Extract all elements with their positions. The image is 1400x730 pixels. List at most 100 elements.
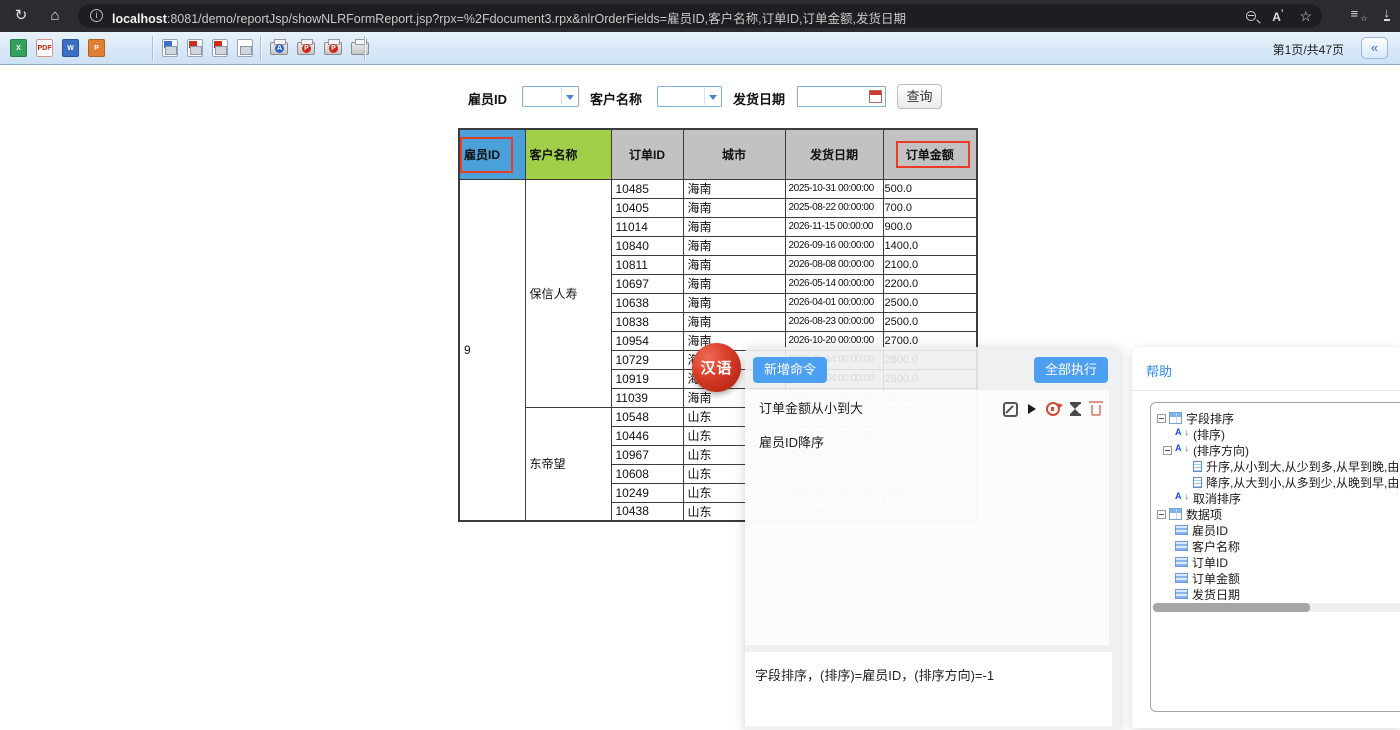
tree-node[interactable]: 订单金额 [1157,570,1400,586]
export-pdf-icon[interactable]: PDF [36,39,53,57]
amount-cell: 500.0 [883,179,977,198]
command-result-box: 字段排序，(排序)=雇员ID，(排序方向)=-1 [745,652,1112,726]
text-size-icon[interactable]: A [1272,8,1283,24]
sort-icon [1175,428,1189,440]
ship-date-cell: 2026-08-23 00:00:00 [785,312,883,331]
employee-id-select[interactable] [522,86,579,107]
tree-node[interactable]: 发货日期 [1157,586,1400,602]
run-icon[interactable] [1028,404,1036,414]
tree-node[interactable]: 数据项 [1157,506,1400,522]
command-list: 订单金额从小到大 雇员ID降序 [745,390,1109,645]
tree-node[interactable]: (排序) [1157,426,1400,442]
tree-node[interactable]: 升序,从小到大,从少到多,从早到晚,由小 [1157,458,1400,474]
collapse-expander-icon[interactable] [1163,446,1172,455]
customer-name-select[interactable] [657,86,722,107]
tree-node-label: 字段排序 [1186,410,1234,426]
ship-date-cell: 2026-08-08 00:00:00 [785,255,883,274]
ship-date-cell: 2025-10-31 00:00:00 [785,179,883,198]
tree-node-label: 升序,从小到大,从少到多,从早到晚,由小 [1206,458,1400,474]
field-icon [1175,557,1188,567]
order-id-cell: 10548 [611,407,683,426]
command-label: 雇员ID降序 [759,435,824,450]
tab-help[interactable]: 帮助 [1146,361,1172,380]
screen: ↻ ⌂ i localhost:8081/demo/reportJsp/show… [0,0,1400,730]
zoom-out-icon[interactable] [1246,11,1256,21]
amount-cell: 2100.0 [883,255,977,274]
command-row[interactable]: 雇员ID降序 [745,426,1109,460]
tree-node[interactable]: 雇员ID [1157,522,1400,538]
toolbar-collapse-button[interactable]: « [1361,37,1388,59]
tree-node-label: (排序) [1193,426,1225,442]
search-button[interactable]: 查询 [897,84,942,109]
edit-icon[interactable] [1003,402,1018,417]
downloads-icon[interactable]: ↓ [1384,6,1391,21]
tree-node-label: 雇员ID [1192,522,1228,538]
toolbar-separator [260,36,262,61]
order-id-cell: 10638 [611,293,683,312]
tree-horizontal-scrollbar[interactable] [1153,603,1400,612]
preview-print-pdf-icon[interactable] [187,39,203,57]
collections-icon[interactable] [1351,7,1366,21]
favorite-star-icon[interactable]: ☆ [1299,9,1312,23]
calendar-icon[interactable] [869,90,882,103]
preview-print-server-icon[interactable] [237,39,253,57]
print-flash-icon[interactable]: A [270,42,288,55]
collapse-expander-icon[interactable] [1157,414,1166,423]
field-icon [1175,525,1188,535]
customer-name-label: 客户名称 [590,89,642,108]
field-icon [1175,573,1188,583]
preview-print-flash-icon[interactable] [162,39,178,57]
city-cell: 海南 [683,198,785,217]
execute-all-button[interactable]: 全部执行 [1034,357,1108,383]
grid-icon [1169,412,1182,424]
employee-id-label: 雇员ID [468,89,507,108]
amount-cell: 1400.0 [883,236,977,255]
delete-icon[interactable] [1091,405,1101,416]
url-host: localhost [112,12,167,26]
toolbar-separator [364,36,366,61]
doc-icon [1193,477,1202,488]
field-icon [1175,541,1188,551]
home-icon[interactable]: ⌂ [44,6,66,26]
city-cell: 海南 [683,274,785,293]
city-cell: 海南 [683,217,785,236]
tree-node[interactable]: 降序,从大到小,从多到少,从晚到早,由大 [1157,474,1400,490]
export-excel-icon[interactable]: X [10,39,27,57]
tree-node[interactable]: 客户名称 [1157,538,1400,554]
address-bar[interactable]: i localhost:8081/demo/reportJsp/showNLRF… [78,4,1322,28]
order-id-cell: 10811 [611,255,683,274]
order-id-cell: 10838 [611,312,683,331]
language-badge[interactable]: 汉语 [692,343,741,392]
scrollbar-thumb[interactable] [1153,603,1310,612]
page-indicator: 第1页/共47页 [1273,41,1344,58]
tree-node-label: (排序方向) [1193,442,1249,458]
new-command-button[interactable]: 新增命令 [753,357,827,383]
preview-print-applet-icon[interactable] [212,39,228,57]
tree-node[interactable]: (排序方向) [1157,442,1400,458]
tree-node-label: 数据项 [1186,506,1222,522]
repeat-icon[interactable] [1046,402,1060,416]
tree-node-label: 取消排序 [1193,490,1241,506]
field-icon [1175,589,1188,599]
export-word-icon[interactable]: W [62,39,79,57]
hourglass-icon[interactable] [1070,402,1081,416]
print-server-icon[interactable] [351,42,369,55]
command-panel: 新增命令 全部执行 订单金额从小到大 雇员ID降序 字段排序，(排序)=雇员ID… [745,347,1120,730]
tree-node[interactable]: 字段排序 [1157,410,1400,426]
tree-node[interactable]: 订单ID [1157,554,1400,570]
page-info-icon[interactable]: i [90,9,103,22]
help-tree-box: 字段排序(排序)(排序方向)升序,从小到大,从少到多,从早到晚,由小降序,从大到… [1150,402,1400,712]
print-applet-icon[interactable]: P [324,42,342,55]
reload-icon[interactable]: ↻ [10,6,32,26]
ship-date-input[interactable] [797,86,886,107]
amount-cell: 900.0 [883,217,977,236]
order-id-cell: 10608 [611,464,683,483]
command-row[interactable]: 订单金额从小到大 [745,392,1109,426]
collapse-expander-icon[interactable] [1157,510,1166,519]
export-ppt-icon[interactable]: P [88,39,105,57]
tree-node[interactable]: 取消排序 [1157,490,1400,506]
ship-date-cell: 2026-09-16 00:00:00 [785,236,883,255]
ship-date-cell: 2026-04-01 00:00:00 [785,293,883,312]
order-id-cell: 10697 [611,274,683,293]
print-pdf-icon[interactable]: P [297,42,315,55]
